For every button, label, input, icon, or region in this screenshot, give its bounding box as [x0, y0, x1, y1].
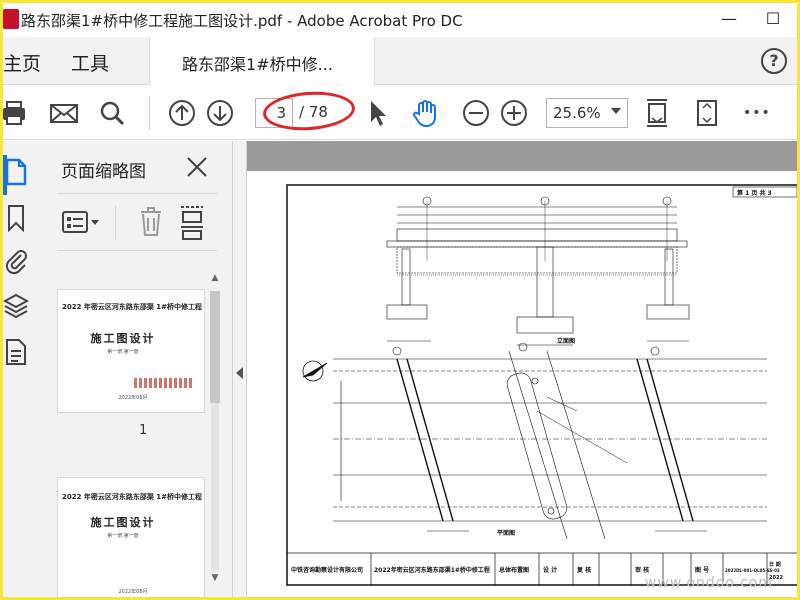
title-bar: 路东邵渠1#桥中修工程施工图设计.pdf - Adobe Acrobat Pro…: [3, 3, 797, 35]
layers-icon[interactable]: [3, 291, 30, 321]
thumbnail-subtext: 第一册 第一册: [107, 349, 139, 355]
approve-label: 审 核: [635, 566, 649, 574]
drawing-name: 总体布置图: [499, 566, 529, 574]
seal-stamp: [134, 378, 194, 388]
help-button[interactable]: ?: [761, 48, 787, 74]
panel-title: 页面缩略图: [61, 162, 146, 182]
app-window: 路东邵渠1#桥中修工程施工图设计.pdf - Adobe Acrobat Pro…: [3, 3, 797, 597]
north-arrow: [302, 360, 328, 382]
bookmark-icon[interactable]: [3, 203, 29, 233]
toolbar-separator: [149, 96, 150, 130]
navigation-rail: [3, 141, 43, 597]
thumbnail-footer: 2022年08月: [118, 395, 148, 401]
chevron-down-icon: [611, 108, 621, 114]
thumbnail-footer: 2022年08月: [118, 589, 148, 595]
project-name: 2022年密云区河东路东邵渠1#桥中修工程: [374, 566, 490, 574]
more-tools-button[interactable]: •••: [743, 98, 773, 128]
attachment-icon[interactable]: [3, 245, 29, 275]
date-label: 日 期: [769, 561, 781, 568]
thumbnail-toolbar: [57, 193, 217, 251]
email-icon[interactable]: [49, 98, 79, 128]
main-toolbar: / 78 25.6% •••: [3, 86, 797, 140]
acrobat-icon: [3, 9, 19, 29]
elevation-drawing: [386, 196, 690, 346]
minimize-button[interactable]: —: [717, 7, 741, 31]
page-thumbnails-panel: 页面缩略图 2022 年密云区河东路东邵渠 1#桥中修工程 施工图设计 第一册 …: [43, 141, 233, 597]
toolbar-separator: [115, 206, 116, 240]
page-thumbnail-1[interactable]: 2022 年密云区河东路东邵渠 1#桥中修工程 施工图设计 第一册 第一册 20…: [57, 289, 205, 413]
thumbnail-page-number: 1: [139, 423, 148, 438]
plan-drawing: [333, 342, 767, 540]
zoom-out-icon[interactable]: [461, 98, 491, 128]
document-view[interactable]: 第 1 页 共 3 立面图 平面图 中铁咨询勘察设计有限公司 2022年密云区河…: [247, 141, 797, 597]
page-thumbnail-2[interactable]: 2022 年密云区河东路东邵渠 1#桥中修工程 施工图设计 第一册 第一册 20…: [57, 477, 205, 597]
thumbnail-subtext: 第一册 第一册: [107, 533, 139, 539]
document-properties-icon[interactable]: [3, 337, 29, 367]
select-cursor-icon[interactable]: [367, 98, 389, 128]
tab-home[interactable]: 主页: [3, 49, 41, 76]
thumbnail-scrollbar[interactable]: ▲ ▼: [207, 273, 223, 589]
review-label: 复 核: [576, 566, 591, 574]
scroll-thumb[interactable]: [210, 291, 220, 403]
insert-page-icon[interactable]: [179, 204, 205, 240]
fit-page-icon[interactable]: [643, 98, 671, 128]
scroll-up-icon[interactable]: ▲: [210, 273, 220, 283]
zoom-level-select[interactable]: 25.6%: [546, 98, 628, 128]
document-tab-label: 路东邵渠1#桥中修...: [182, 55, 333, 74]
hand-tool-icon[interactable]: [411, 98, 441, 128]
sheet-label: 第 1 页 共 3: [736, 189, 772, 197]
design-label: 设 计: [543, 566, 557, 574]
thumbnail-title: 2022 年密云区河东路东邵渠 1#桥中修工程: [61, 303, 203, 311]
search-icon[interactable]: [97, 98, 127, 128]
close-icon[interactable]: [185, 155, 209, 179]
page-gap: [247, 141, 797, 171]
thumbnail-title: 2022 年密云区河东路东邵渠 1#桥中修工程: [61, 493, 203, 501]
tab-document[interactable]: 路东邵渠1#桥中修...: [149, 37, 375, 85]
panel-collapse-handle[interactable]: [233, 141, 247, 597]
watermark: www.ondoo.com: [644, 575, 773, 591]
maximize-button[interactable]: ☐: [761, 7, 785, 31]
print-icon[interactable]: [3, 98, 27, 128]
previous-page-icon[interactable]: [167, 98, 197, 128]
zoom-in-icon[interactable]: [499, 98, 529, 128]
tab-bar: 主页 工具 路东邵渠1#桥中修... ?: [3, 37, 797, 85]
drawing-page: 第 1 页 共 3 立面图 平面图 中铁咨询勘察设计有限公司 2022年密云区河…: [247, 171, 797, 597]
thumbnail-heading: 施工图设计: [90, 516, 156, 529]
collapse-arrow-icon: [236, 367, 243, 379]
plan-label: 平面图: [497, 529, 515, 537]
next-page-icon[interactable]: [205, 98, 235, 128]
scroll-down-icon[interactable]: ▼: [210, 573, 220, 583]
trash-icon[interactable]: [137, 206, 165, 238]
thumbnail-options-button[interactable]: [61, 208, 103, 236]
thumbnail-heading: 施工图设计: [90, 332, 156, 345]
window-title: 路东邵渠1#桥中修工程施工图设计.pdf - Adobe Acrobat Pro…: [21, 12, 463, 30]
full-screen-icon[interactable]: [693, 98, 721, 128]
elevation-label: 立面图: [557, 337, 575, 345]
tab-tools[interactable]: 工具: [71, 49, 109, 76]
drawing-number: 2022DL-001-QL05-SS-03: [725, 568, 780, 573]
engineering-drawing: 第 1 页 共 3 立面图 平面图 中铁咨询勘察设计有限公司 2022年密云区河…: [286, 184, 797, 586]
drawing-number-label: 图 号: [695, 566, 709, 574]
page-thumbnails-icon[interactable]: [3, 157, 29, 187]
company-name: 中铁咨询勘察设计有限公司: [291, 566, 363, 574]
zoom-level-value: 25.6%: [553, 104, 601, 122]
